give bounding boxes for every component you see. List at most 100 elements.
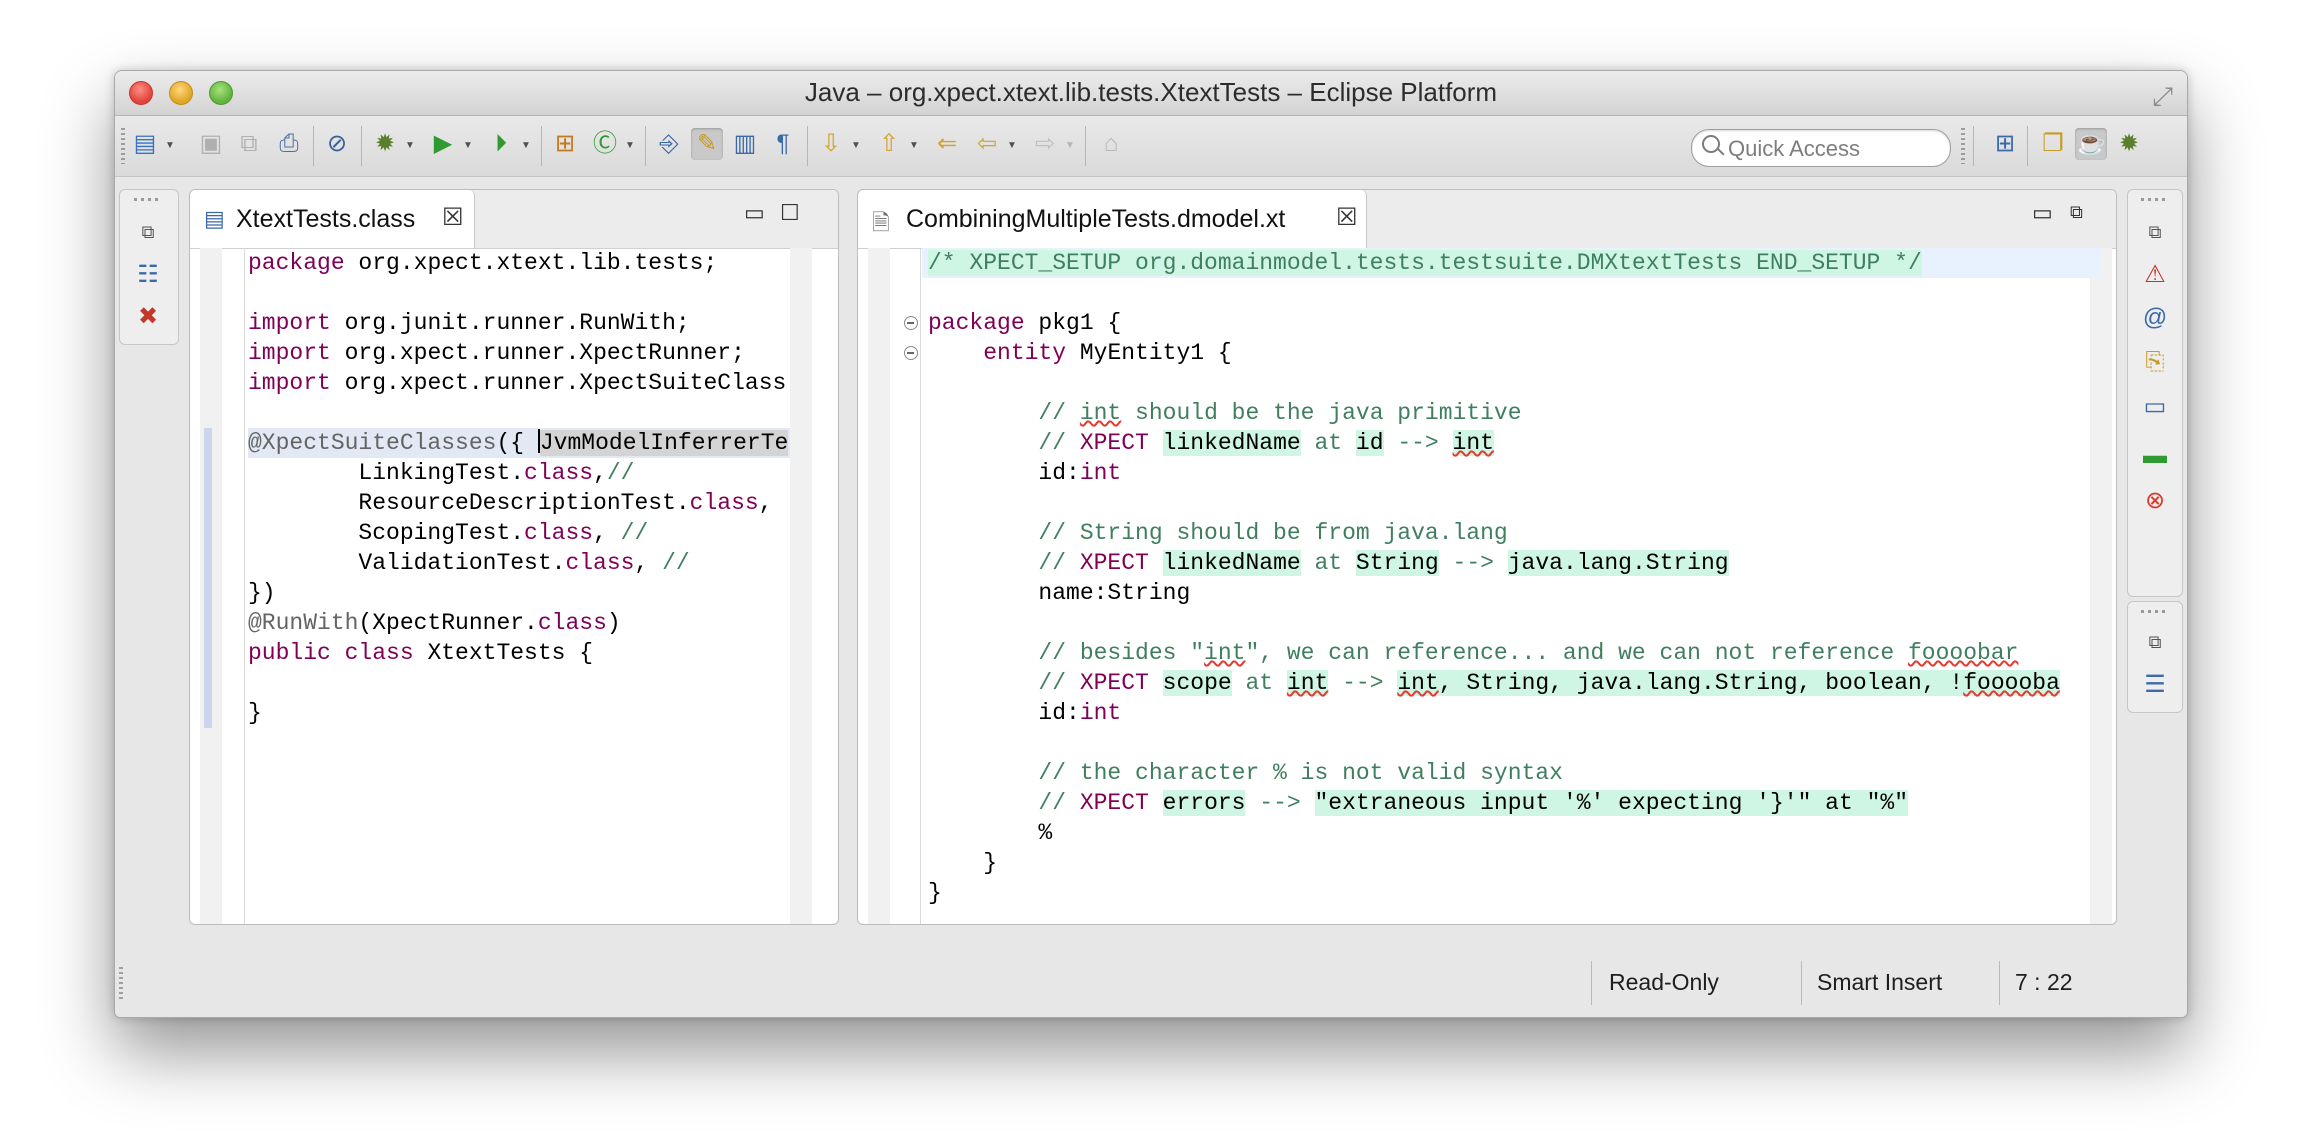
console-icon[interactable]: ▭ [2139,390,2171,422]
print-icon[interactable]: ⎙ [273,128,305,160]
package-explorer-icon[interactable]: ☷ [132,258,164,290]
restore-icon[interactable]: ⧉ [132,216,164,248]
main-toolbar: ▤ ▼ ▣ ⧉ ⎙ ⊘ ✹ ▼ ▶ ▼ ⏵ ▼ ⊞ Ⓒ ▼ ⎆ ✎ ▥ ¶ ⇩ … [115,116,2187,177]
code-line: import org.xpect.runner.XpectSuiteClass [248,370,787,396]
status-cursor-position: 7 : 22 [2015,969,2073,995]
progress-icon[interactable]: ▬ [2139,440,2171,472]
editor-tab-bar: 🗎 CombiningMultipleTests.dmodel.xt ☒ ▭ ⧉ [858,190,2116,249]
new-icon[interactable]: ▤ [129,128,161,160]
code-line: ResourceDescriptionTest.class, [248,490,773,516]
code-line: % [928,820,1053,846]
tab-combiningmultipletests[interactable]: 🗎 CombiningMultipleTests.dmodel.xt ☒ [858,190,1367,248]
title-bar: Java – org.xpect.xtext.lib.tests.XtextTe… [115,71,2187,116]
restore-icon[interactable]: ⧉ [2139,626,2171,658]
code-line: @XpectSuiteClasses({ JvmModelInferrerTe [248,429,789,456]
minimize-icon[interactable]: ▭ [2032,200,2053,226]
debug-dropdown-arrow[interactable]: ▼ [405,140,415,151]
save-icon[interactable]: ▣ [195,128,227,160]
back-dropdown-arrow[interactable]: ▼ [1007,140,1017,151]
code-line: entity MyEntity1 { [983,340,1232,366]
show-whitespace-icon[interactable]: ¶ [767,128,799,160]
code-line: // XPECT scope at int --> int, String, j… [928,670,2060,696]
code-line: ValidationTest.class, // [248,550,690,576]
tab-xtexttests-class[interactable]: ▤ XtextTests.class ☒ [190,190,475,248]
run-icon[interactable]: ▶ [427,128,459,160]
minimize-icon[interactable]: ▭ [744,200,765,226]
toggle-block-selection-icon[interactable]: ▥ [729,128,761,160]
code-line: import org.junit.runner.RunWith; [248,310,690,336]
outline-icon[interactable]: ☰ [2139,668,2171,700]
fullscreen-icon[interactable]: ⤢ [2152,81,2173,113]
trim-grip[interactable] [134,198,162,201]
restore-icon[interactable]: ⧉ [2070,202,2083,223]
new-package-icon[interactable]: ⊞ [549,128,581,160]
code-line: // besides "int", we can reference... an… [928,640,2019,666]
code-area[interactable]: /* XPECT_SETUP org.domainmodel.tests.tes… [858,248,2116,924]
mark-occurrences-icon[interactable]: ✎ [691,128,723,160]
restore-icon[interactable]: ⧉ [2139,216,2171,248]
close-tab-icon[interactable]: ☒ [1336,203,1358,232]
class-file-icon: ▤ [204,206,225,231]
open-perspective-icon[interactable]: ⊞ [1989,128,2021,160]
code-line: } [928,880,942,906]
perspective-bar-grip[interactable] [1961,128,1965,164]
code-line: public class XtextTests { [248,640,594,666]
code-line: } [928,850,998,876]
right-trim-stack-outline: ⧉ ☰ [2127,601,2183,713]
declaration-icon[interactable]: ⎘ [2139,346,2171,378]
code-line: LinkingTest.class,// [248,460,635,486]
forward-dropdown-arrow[interactable]: ▼ [1065,140,1075,151]
java-perspective-icon[interactable]: ☕ [2075,128,2107,160]
forward-icon[interactable]: ⇨ [1029,128,1061,160]
new-class-dropdown-arrow[interactable]: ▼ [625,140,635,151]
fold-toggle-icon[interactable] [904,316,918,330]
skip-breakpoints-icon[interactable]: ⊘ [321,128,353,160]
setup-comment: /* XPECT_SETUP org.domainmodel.tests.tes… [928,250,1922,276]
tab-label: XtextTests.class [236,205,416,233]
javadoc-icon[interactable]: @ [2139,302,2171,334]
previous-annotation-icon[interactable]: ⇧ [873,128,905,160]
code-line: } [248,700,262,726]
external-tools-icon[interactable]: ⏵ [485,128,517,160]
status-grip[interactable] [119,967,123,1001]
close-tab-icon[interactable]: ☒ [442,203,464,232]
junit-icon[interactable]: ✖ [132,300,164,332]
status-insert-mode: Smart Insert [1817,969,1943,995]
new-dropdown-arrow[interactable]: ▼ [165,140,175,151]
save-all-icon[interactable]: ⧉ [233,128,265,160]
fold-toggle-icon[interactable] [904,346,918,360]
next-annotation-dropdown-arrow[interactable]: ▼ [851,140,861,151]
quick-diff-marker [204,428,212,728]
code-line: // the character % is not valid syntax [928,760,1563,786]
external-tools-dropdown-arrow[interactable]: ▼ [521,140,531,151]
debug-perspective-icon[interactable]: ✹ [2113,128,2145,160]
code-line: package org.xpect.xtext.lib.tests; [248,250,718,276]
trim-grip[interactable] [2141,610,2169,613]
code-line: ScopingTest.class, // [248,520,649,546]
code-line: // XPECT errors --> "extraneous input '%… [928,790,1908,816]
new-class-icon[interactable]: Ⓒ [589,128,621,160]
next-annotation-icon[interactable]: ⇩ [815,128,847,160]
toolbar-grip[interactable] [121,128,125,164]
resource-perspective-icon[interactable]: ❐ [2037,128,2069,160]
trim-grip[interactable] [2141,198,2169,201]
code-area[interactable]: package org.xpect.xtext.lib.tests; impor… [190,248,838,924]
open-type-icon[interactable]: ⎆ [653,128,685,160]
back-icon[interactable]: ⇦ [971,128,1003,160]
pin-editor-icon[interactable]: ⌂ [1095,128,1127,160]
eclipse-window: Java – org.xpect.xtext.lib.tests.XtextTe… [114,70,2188,1018]
window-title: Java – org.xpect.xtext.lib.tests.XtextTe… [804,77,1498,107]
right-trim-stack: ⧉ ⚠ @ ⎘ ▭ ▬ ⊗ [2127,189,2183,597]
maximize-icon[interactable]: ☐ [780,200,800,226]
status-bar: Read-Only Smart Insert 7 : 22 [115,953,2187,1013]
debug-icon[interactable]: ✹ [369,128,401,160]
previous-annotation-dropdown-arrow[interactable]: ▼ [909,140,919,151]
code-line: id:int [928,700,1122,726]
run-dropdown-arrow[interactable]: ▼ [463,140,473,151]
error-log-icon[interactable]: ⊗ [2139,484,2171,516]
problems-icon[interactable]: ⚠ [2139,258,2171,290]
left-trim-stack: ⧉ ☷ ✖ [119,189,179,345]
last-edit-location-icon[interactable]: ⇐ [931,128,963,160]
vertical-ruler [868,248,890,924]
quick-access-input[interactable]: Quick Access [1691,129,1951,167]
